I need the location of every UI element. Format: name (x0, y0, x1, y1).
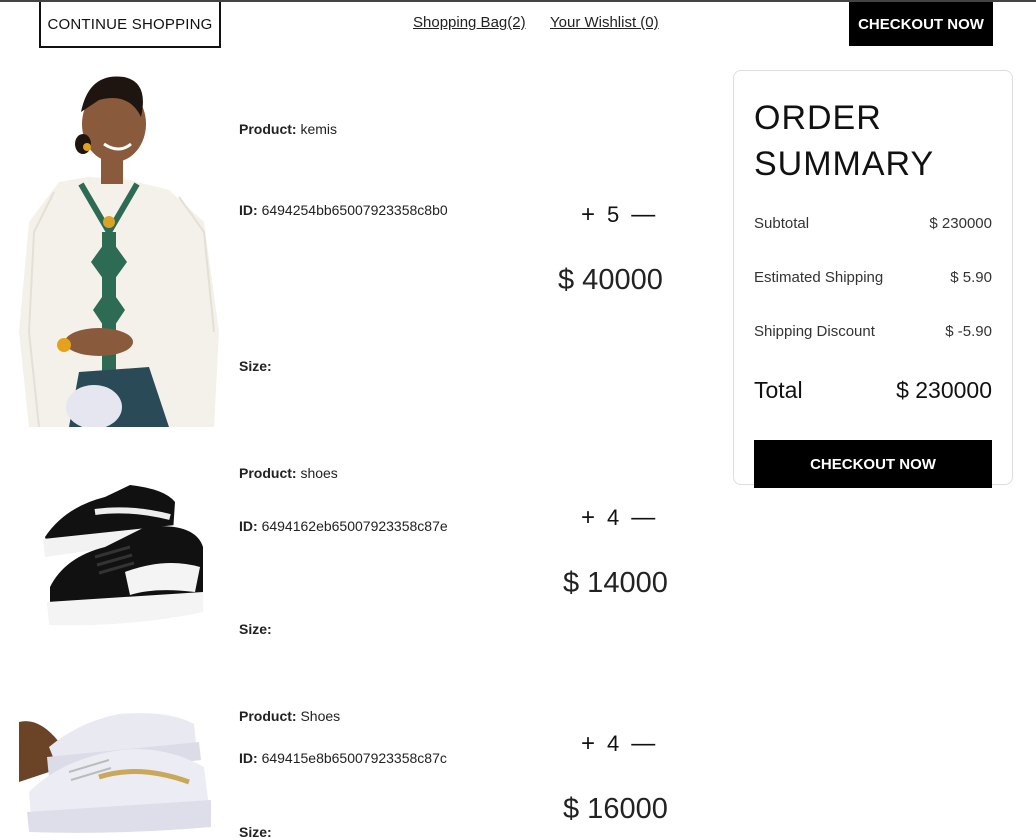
summary-row-shipping: Estimated Shipping $ 5.90 (754, 269, 992, 286)
product-image-shoes (35, 477, 210, 632)
quantity-value: 5 (607, 202, 620, 227)
increase-quantity-button[interactable]: + (581, 506, 595, 530)
product-price: $ 14000 (563, 567, 668, 599)
product-image-kemis (19, 72, 219, 427)
product-id-field: ID: 649415e8b65007923358c87c (239, 750, 447, 766)
order-summary-card: ORDER SUMMARY Subtotal $ 230000 Estimated… (733, 70, 1013, 488)
product-name-field: Product: kemis (239, 121, 338, 137)
decrease-quantity-button[interactable]: — (631, 203, 655, 227)
shopping-bag-link[interactable]: Shopping Bag(2) (413, 14, 526, 31)
increase-quantity-button[interactable]: + (581, 203, 595, 227)
quantity-stepper: + 4 — (581, 731, 655, 757)
wishlist-link[interactable]: Your Wishlist (0) (550, 14, 659, 31)
summary-row-subtotal: Subtotal $ 230000 (754, 215, 992, 232)
increase-quantity-button[interactable]: + (581, 732, 595, 756)
product-price: $ 16000 (563, 793, 668, 825)
product-price: $ 40000 (558, 264, 663, 296)
product-size-field: Size: (239, 358, 272, 374)
decrease-quantity-button[interactable]: — (631, 732, 655, 756)
summary-total: Total $ 230000 (754, 377, 992, 403)
product-id-field: ID: 6494254bb65007923358c8b0 (239, 202, 448, 218)
product-name-field: Product: Shoes (239, 708, 341, 724)
quantity-value: 4 (607, 505, 620, 530)
decrease-quantity-button[interactable]: — (631, 506, 655, 530)
continue-shopping-button[interactable]: CONTINUE SHOPPING (39, 2, 221, 48)
product-name-field: Product: shoes (239, 465, 338, 481)
product-id-field: ID: 6494162eb65007923358c87e (239, 518, 448, 534)
checkout-now-button-top[interactable]: CHECKOUT NOW (849, 2, 993, 46)
quantity-stepper: + 4 — (581, 505, 655, 531)
order-summary-title: ORDER SUMMARY (754, 99, 935, 183)
quantity-stepper: + 5 — (581, 202, 655, 228)
quantity-value: 4 (607, 731, 620, 756)
product-size-field: Size: (239, 824, 272, 840)
checkout-now-button[interactable]: CHECKOUT NOW (754, 440, 992, 488)
product-image-shoes-white (19, 702, 214, 835)
product-size-field: Size: (239, 621, 272, 637)
summary-row-discount: Shipping Discount $ -5.90 (754, 323, 992, 340)
